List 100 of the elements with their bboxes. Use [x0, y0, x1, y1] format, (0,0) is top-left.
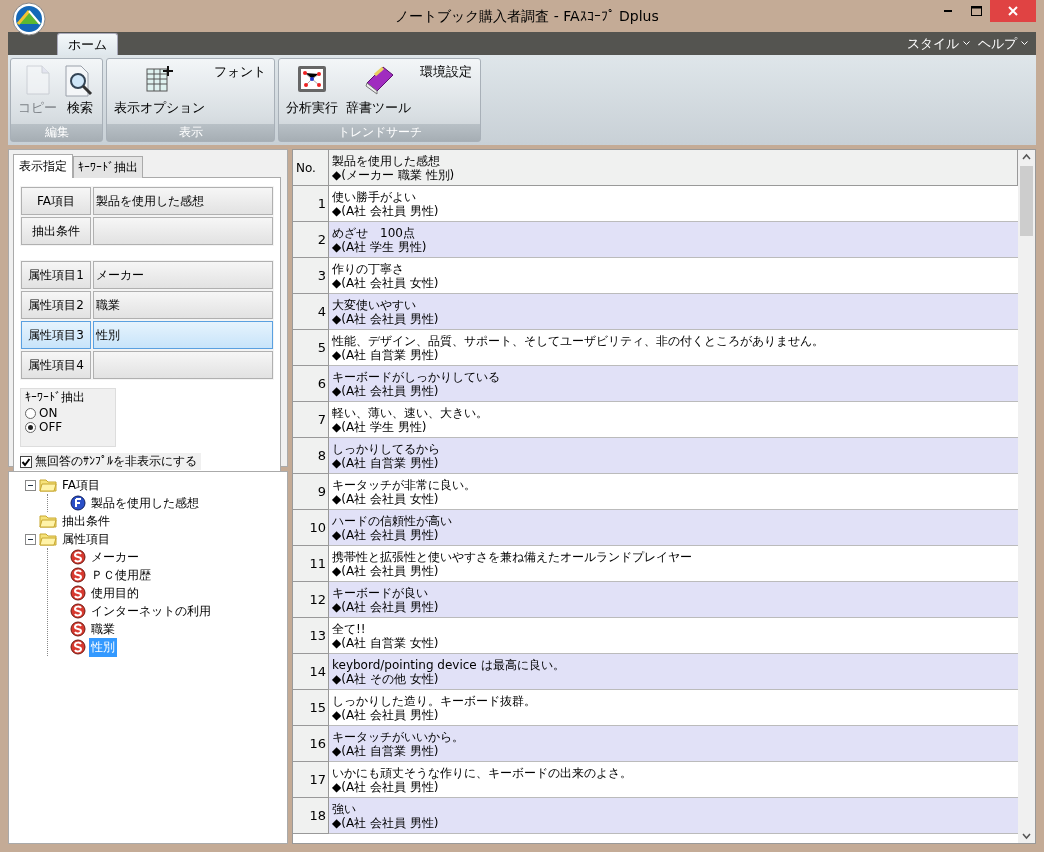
field-value[interactable] [93, 217, 273, 245]
tree-item[interactable]: ＰＣ使用歴 [89, 565, 153, 585]
attribute-text: ◆(A社 会社員 女性) [332, 491, 440, 506]
ribbon-button[interactable]: 辞書ツール [343, 61, 414, 119]
row-number: 11 [293, 546, 329, 582]
comment-text: いかにも頑丈そうな作りに、キーボードの出来のよさ。 [332, 765, 633, 780]
comment-text: 性能、デザイン、品質、サポート、そしてユーザビリティ、非の付くところがありません。 [332, 333, 825, 348]
field-value[interactable]: 製品を使用した感想 [93, 187, 273, 215]
checkbox[interactable]: 無回答のｻﾝﾌﾟﾙを非表示にする [20, 453, 201, 470]
folder-icon [39, 532, 57, 546]
radio-option[interactable]: OFF [25, 420, 63, 434]
menu-button[interactable]: スタイル [905, 34, 972, 53]
row-number: 10 [293, 510, 329, 546]
menu-button[interactable]: ヘルプ [976, 34, 1030, 53]
field-value[interactable]: メーカー [93, 261, 273, 289]
comment-text: 全て!! [332, 621, 367, 636]
header-subtitle: ◆(メーカー 職業 性別) [332, 167, 455, 182]
s-badge-icon [70, 639, 86, 655]
table-cell[interactable]: keybord/pointing device は最高に良い。 ◆(A社 その他 女性) [329, 654, 1018, 690]
table-cell[interactable]: 強い ◆(A社 会社員 男性) [329, 798, 1018, 834]
radio-option[interactable]: ON [25, 406, 58, 420]
row-number: 5 [293, 330, 329, 366]
panel-tab[interactable]: ｷｰﾜｰﾄﾞ抽出 [73, 156, 143, 178]
tree-item[interactable]: FA項目 [60, 475, 102, 495]
field-label-button[interactable]: 属性項目1 [21, 261, 91, 289]
scrollbar[interactable] [1018, 150, 1035, 843]
attribute-text: ◆(A社 学生 男性) [332, 419, 428, 434]
table-cell[interactable]: キーボードが良い ◆(A社 会社員 男性) [329, 582, 1018, 618]
s-badge-icon [70, 567, 86, 583]
attribute-text: ◆(A社 自営業 女性) [332, 635, 440, 650]
s-badge-icon [70, 549, 86, 565]
row-number: 15 [293, 690, 329, 726]
table-add-icon [145, 65, 174, 93]
maximize-icon [970, 6, 982, 16]
attribute-text: ◆(A社 学生 男性) [332, 239, 428, 254]
table-cell[interactable]: 大変使いやすい ◆(A社 会社員 男性) [329, 294, 1018, 330]
comment-text: 使い勝手がよい [332, 189, 417, 204]
attribute-text: ◆(A社 会社員 男性) [332, 707, 440, 722]
comment-text: キーボードがしっかりしている [332, 369, 501, 384]
attribute-text: ◆(A社 自営業 男性) [332, 743, 440, 758]
row-number: 18 [293, 798, 329, 834]
table-cell[interactable]: ハードの信頼性が高い ◆(A社 会社員 男性) [329, 510, 1018, 546]
field-value[interactable]: 性別 [93, 321, 273, 349]
tree-item[interactable]: 抽出条件 [60, 511, 112, 531]
table-cell[interactable]: めざせ 100点 ◆(A社 学生 男性) [329, 222, 1018, 258]
ribbon-button[interactable]: 環境設定 [416, 61, 476, 83]
book-icon [362, 65, 395, 95]
ribbon-button[interactable]: 表示オプション [111, 61, 208, 119]
comment-text: しっかりした造り。キーボード抜群。 [332, 693, 537, 708]
collapse-icon[interactable] [25, 479, 36, 491]
collapse-icon[interactable] [25, 533, 36, 545]
comment-text: キーボードが良い [332, 585, 429, 600]
group-label: トレンドサーチ [279, 124, 480, 141]
row-number: 13 [293, 618, 329, 654]
row-number: 6 [293, 366, 329, 402]
tree-item[interactable]: 製品を使用した感想 [89, 493, 201, 513]
field-label-button[interactable]: 属性項目3 [21, 321, 91, 349]
row-number: 4 [293, 294, 329, 330]
folder-icon [39, 514, 57, 528]
row-number: 2 [293, 222, 329, 258]
attribute-text: ◆(A社 会社員 男性) [332, 383, 440, 398]
row-number: 7 [293, 402, 329, 438]
ribbon-button[interactable]: 分析実行 [283, 61, 341, 119]
search-icon [65, 65, 95, 97]
s-badge-icon [70, 621, 86, 637]
row-number: 9 [293, 474, 329, 510]
group-label: 表示 [107, 124, 274, 141]
field-label-button[interactable]: 属性項目4 [21, 351, 91, 379]
ribbon-button[interactable]: 検索 [62, 61, 98, 119]
row-number: 12 [293, 582, 329, 618]
tree-item[interactable]: 使用目的 [89, 583, 141, 603]
comment-text: キータッチが非常に良い。 [332, 477, 477, 492]
attribute-text: ◆(A社 その他 女性) [332, 671, 440, 686]
table-cell[interactable]: キーボードがしっかりしている ◆(A社 会社員 男性) [329, 366, 1018, 402]
app-logo-icon[interactable] [12, 2, 46, 36]
panel-tab[interactable]: 表示指定 [13, 154, 73, 178]
ribbon-tab[interactable]: ホーム [57, 33, 118, 55]
attribute-text: ◆(A社 自営業 男性) [332, 455, 440, 470]
groupbox-title: ｷｰﾜｰﾄﾞ抽出 [25, 389, 86, 406]
field-label-button[interactable]: 属性項目2 [21, 291, 91, 319]
network-chart-icon [297, 65, 327, 93]
field-label-button[interactable]: FA項目 [21, 187, 91, 215]
attribute-text: ◆(A社 会社員 男性) [332, 779, 439, 794]
scroll-thumb[interactable] [1020, 166, 1033, 236]
table-cell[interactable]: しっかりしてるから ◆(A社 自営業 男性) [329, 438, 1018, 474]
ribbon-button[interactable]: フォント [210, 61, 270, 83]
tree-item[interactable]: 属性項目 [60, 529, 112, 549]
row-number: 1 [293, 186, 329, 222]
attribute-text: ◆(A社 会社員 男性) [332, 563, 440, 578]
tree-item[interactable]: メーカー [89, 547, 141, 567]
field-value[interactable] [93, 351, 273, 379]
header-title: 製品を使用した感想 [332, 153, 440, 168]
table-cell[interactable]: キータッチがいいから。 ◆(A社 自営業 男性) [329, 726, 1018, 762]
field-value[interactable]: 職業 [93, 291, 273, 319]
tree-item[interactable]: 職業 [89, 619, 117, 639]
comment-text: 大変使いやすい [332, 297, 417, 312]
comment-text: keybord/pointing device は最高に良い。 [332, 657, 566, 672]
comment-text: しっかりしてるから [332, 441, 441, 456]
field-label-button[interactable]: 抽出条件 [21, 217, 91, 245]
tree-item[interactable]: インターネットの利用 [89, 601, 213, 621]
